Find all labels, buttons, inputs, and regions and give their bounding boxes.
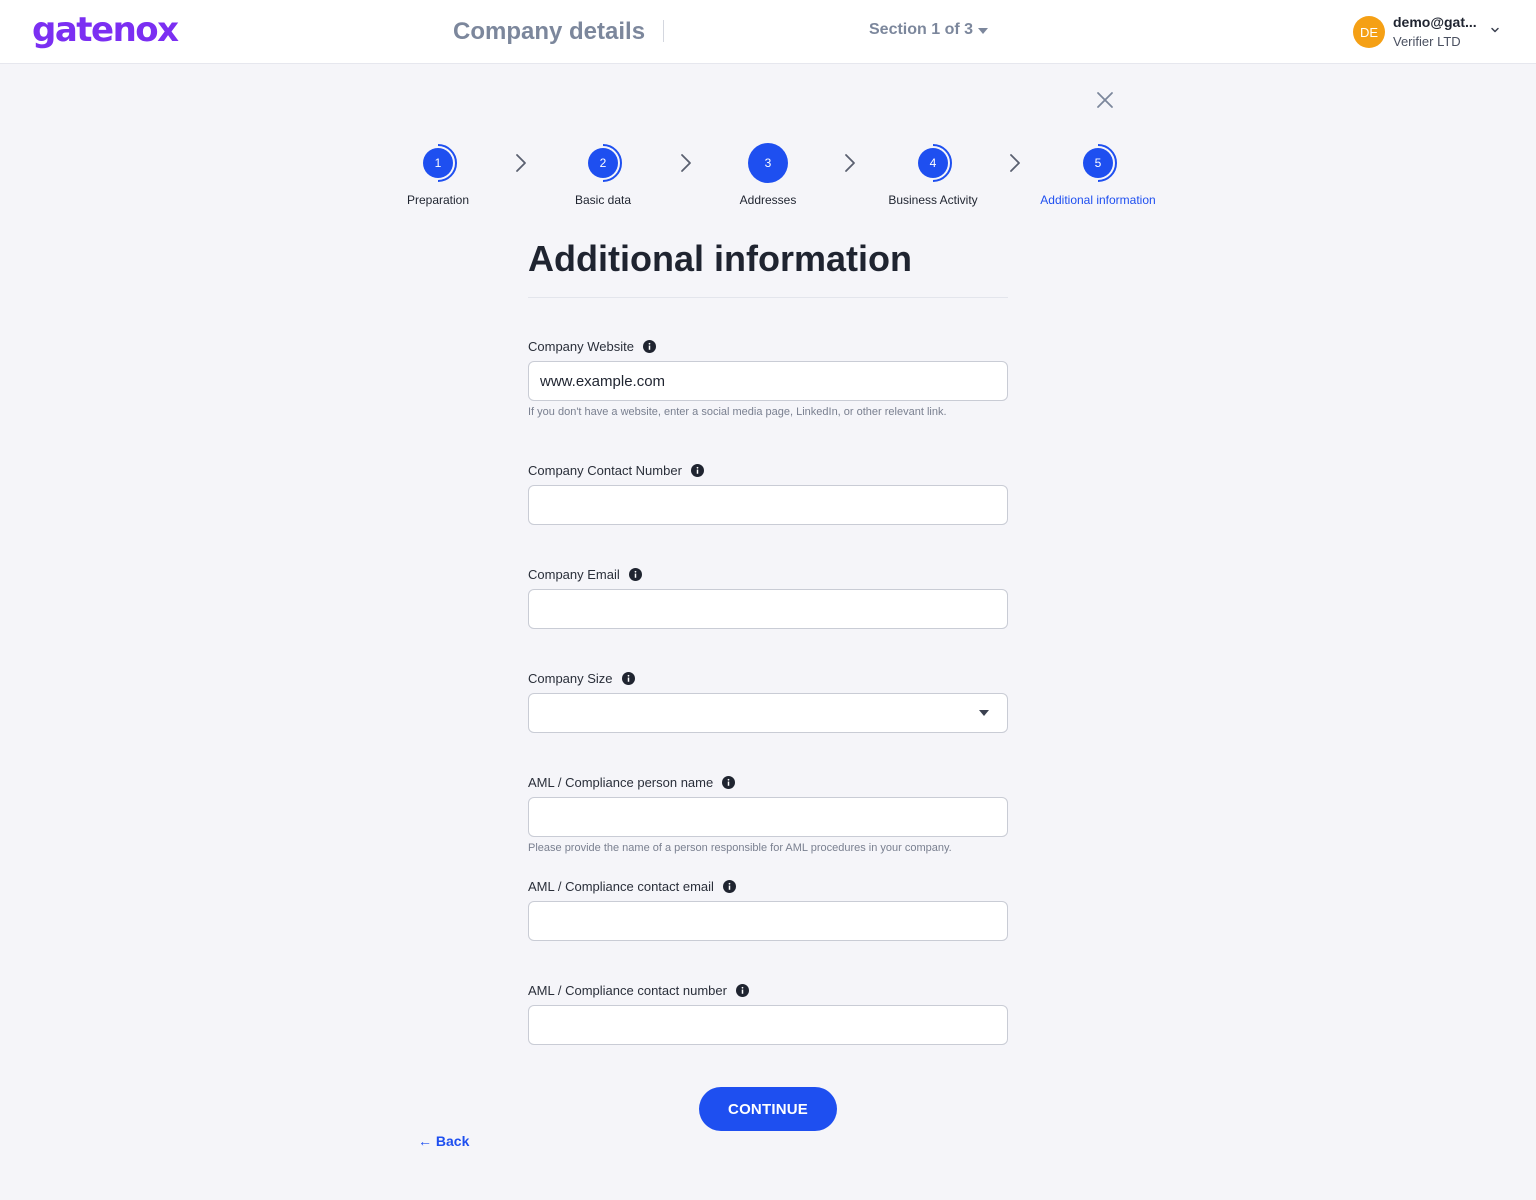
company-size-select[interactable] <box>528 693 1008 733</box>
chevron-right-icon <box>1010 154 1020 172</box>
info-icon[interactable] <box>690 464 704 477</box>
aml-person-name-input[interactable] <box>528 797 1008 837</box>
company-email-input[interactable] <box>528 589 1008 629</box>
aml-contact-number-input[interactable] <box>528 1005 1008 1045</box>
field-label-text: Company Size <box>528 671 613 686</box>
continue-button[interactable]: CONTINUE <box>699 1087 837 1131</box>
field-label-text: Company Contact Number <box>528 463 682 478</box>
step-business-activity[interactable]: 4 Business Activity <box>863 143 1003 207</box>
user-email: demo@gat... <box>1393 14 1477 30</box>
field-label-text: AML / Compliance person name <box>528 775 714 790</box>
aml-contact-email-input[interactable] <box>528 901 1008 941</box>
gatenox-logo[interactable]: gatenox <box>32 10 179 50</box>
avatar: DE <box>1353 16 1385 48</box>
step-number: 1 <box>423 148 453 178</box>
step-indicator: 3 <box>748 143 788 183</box>
field-label-text: AML / Compliance contact number <box>528 983 727 998</box>
aml-contact-number-label: AML / Compliance contact number <box>528 983 749 998</box>
step-label: Additional information <box>1040 193 1156 207</box>
field-label-text: Company Website <box>528 339 634 354</box>
section-selector[interactable]: Section 1 of 3 <box>869 21 989 39</box>
info-icon[interactable] <box>722 776 736 789</box>
step-addresses[interactable]: 3 Addresses <box>698 143 838 207</box>
aml-person-name-helper: Please provide the name of a person resp… <box>528 842 952 854</box>
info-icon[interactable] <box>722 880 736 893</box>
chevron-right-icon <box>845 154 855 172</box>
company-website-label: Company Website <box>528 339 656 354</box>
step-label: Preparation <box>406 193 470 207</box>
step-basic-data[interactable]: 2 Basic data <box>533 143 673 207</box>
chevron-right-icon <box>681 154 691 172</box>
step-number: 5 <box>1083 148 1113 178</box>
top-bar: gatenox Company details Section 1 of 3 D… <box>0 0 1536 64</box>
company-contact-number-input[interactable] <box>528 485 1008 525</box>
step-preparation[interactable]: 1 Preparation <box>368 143 508 207</box>
step-label: Business Activity <box>888 193 978 207</box>
company-size-label: Company Size <box>528 671 635 686</box>
step-number: 2 <box>588 148 618 178</box>
company-website-input[interactable] <box>528 361 1008 401</box>
caret-down-icon <box>979 710 989 716</box>
section-selector-label: Section 1 of 3 <box>869 21 974 38</box>
chevron-right-icon <box>516 154 526 172</box>
step-indicator: 1 <box>418 143 458 183</box>
info-icon[interactable] <box>735 984 749 997</box>
close-icon[interactable] <box>1096 91 1114 109</box>
back-link[interactable]: ← Back <box>418 1133 469 1149</box>
aml-contact-email-label: AML / Compliance contact email <box>528 879 736 894</box>
step-indicator: 5 <box>1078 143 1118 183</box>
caret-down-icon <box>978 28 989 34</box>
page-title: Company details <box>453 18 646 45</box>
info-icon[interactable] <box>628 568 642 581</box>
step-additional-information[interactable]: 5 Additional information <box>1028 143 1168 207</box>
step-label: Basic data <box>574 193 632 207</box>
step-number: 3 <box>748 143 788 183</box>
field-label-text: Company Email <box>528 567 620 582</box>
step-indicator: 2 <box>583 143 623 183</box>
field-label-text: AML / Compliance contact email <box>528 879 714 894</box>
user-menu[interactable]: DE demo@gat... Verifier LTD <box>1353 13 1499 51</box>
step-number: 4 <box>918 148 948 178</box>
chevron-down-icon <box>1491 27 1499 33</box>
company-email-label: Company Email <box>528 567 642 582</box>
aml-person-name-label: AML / Compliance person name <box>528 775 736 790</box>
form-divider <box>528 297 1008 298</box>
step-indicator: 4 <box>913 143 953 183</box>
company-website-helper: If you don't have a website, enter a soc… <box>528 406 947 418</box>
title-divider <box>663 20 664 42</box>
user-info: demo@gat... Verifier LTD <box>1393 13 1477 51</box>
info-icon[interactable] <box>621 672 635 685</box>
form-title: Additional information <box>528 238 912 279</box>
info-icon[interactable] <box>642 340 656 353</box>
user-organization: Verifier LTD <box>1393 34 1461 49</box>
step-label: Addresses <box>739 193 797 207</box>
company-contact-number-label: Company Contact Number <box>528 463 704 478</box>
